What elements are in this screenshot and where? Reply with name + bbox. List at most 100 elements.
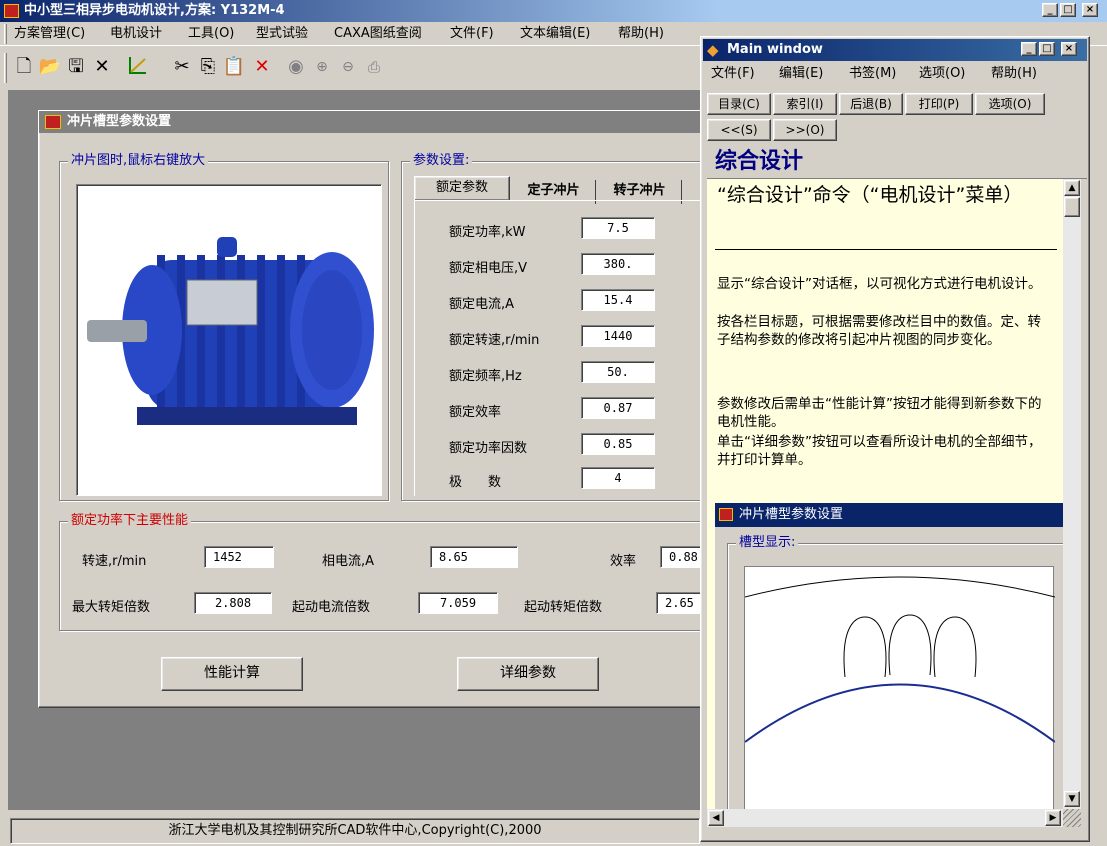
param-field[interactable]: 0.85 (581, 433, 655, 455)
help-horizontal-scrollbar[interactable]: ◀ ▶ (707, 809, 1063, 827)
help-titlebar[interactable]: ◆ Main window _ □ × (703, 39, 1087, 61)
help-menu-help[interactable]: 帮助(H) (991, 65, 1037, 83)
help-menu-file[interactable]: 文件(F) (711, 65, 755, 83)
performance-calc-button[interactable]: 性能计算 (161, 657, 303, 691)
scroll-right-arrow-icon[interactable]: ▶ (1045, 810, 1061, 826)
help-options-button[interactable]: 选项(O) (975, 93, 1045, 115)
menu-type-test[interactable]: 型式试验 (256, 25, 308, 43)
menu-tools[interactable]: 工具(O) (188, 25, 234, 43)
motor-image-group: 冲片图时,鼠标右键放大 (59, 153, 389, 501)
perf-field[interactable]: 2.808 (194, 592, 272, 614)
help-back-button[interactable]: 后退(B) (839, 93, 903, 115)
menu-help[interactable]: 帮助(H) (618, 25, 664, 43)
help-divider (715, 249, 1057, 250)
record-icon[interactable]: ◉ (284, 55, 308, 79)
copy-icon[interactable]: ⎘ (196, 55, 220, 79)
cut-icon[interactable]: ✂ (170, 55, 194, 79)
help-maximize-button[interactable]: □ (1039, 42, 1055, 56)
scroll-up-arrow-icon[interactable]: ▲ (1064, 180, 1080, 196)
params-group: 参数设置: 额定参数 定子冲片 转子冲片 额定功率,kW 7.5 额定相电压,V… (401, 153, 721, 501)
line-chart-icon[interactable] (126, 55, 150, 79)
save-icon[interactable]: 🖫 (64, 55, 88, 79)
param-label: 额定效率 (449, 405, 502, 420)
help-index-button[interactable]: 索引(I) (773, 93, 837, 115)
status-text: 浙江大学电机及其控制研究所CAD软件中心,Copyright(C),2000 (10, 818, 700, 844)
menu-text-edit[interactable]: 文本编辑(E) (520, 25, 590, 43)
dialog-title: 冲片槽型参数设置 (67, 114, 172, 129)
perf-label: 效率 (610, 554, 637, 569)
param-label: 额定相电压,V (449, 261, 528, 276)
tab-rated-params[interactable]: 额定参数 (414, 176, 510, 200)
param-field[interactable]: 0.87 (581, 397, 655, 419)
embedded-slot-group-label: 槽型显示: (736, 535, 799, 551)
maximize-button[interactable]: □ (1060, 3, 1076, 17)
detail-params-button[interactable]: 详细参数 (457, 657, 599, 691)
help-next-button[interactable]: >>(O) (773, 119, 837, 141)
slot-shape-drawing (744, 576, 1056, 743)
resize-grip[interactable] (1063, 809, 1081, 827)
dialog-titlebar[interactable]: 冲片槽型参数设置 (39, 111, 709, 133)
perf-label: 起动转矩倍数 (524, 600, 603, 615)
toolbar-grip (4, 53, 7, 83)
paste-icon[interactable]: 📋 (222, 55, 246, 79)
menu-file[interactable]: 文件(F) (450, 25, 494, 43)
param-field[interactable]: 7.5 (581, 217, 655, 239)
embedded-slot-group: 槽型显示: (727, 535, 1063, 809)
menu-scheme[interactable]: 方案管理(C) (14, 25, 85, 43)
help-paragraph: 参数修改后需单击“性能计算”按钮才能得到新参数下的电机性能。 (717, 396, 1042, 430)
help-prev-button[interactable]: <<(S) (707, 119, 771, 141)
menu-caxa[interactable]: CAXA图纸查阅 (334, 25, 422, 43)
help-contents-button[interactable]: 目录(C) (707, 93, 771, 115)
help-print-button[interactable]: 打印(P) (905, 93, 973, 115)
perf-field[interactable]: 1452 (204, 546, 274, 568)
help-heading: 综合设计 (707, 147, 1087, 179)
delete-x-icon[interactable]: ✕ (250, 55, 274, 79)
slot-params-dialog: 冲片槽型参数设置 冲片图时,鼠标右键放大 参数设置: 额定参数 定子冲片 转子冲… (38, 110, 722, 708)
help-diamond-icon: ◆ (707, 41, 719, 59)
help-menu-edit[interactable]: 编辑(E) (779, 65, 823, 83)
new-file-icon[interactable]: 🗋 (12, 55, 36, 79)
help-window: ◆ Main window _ □ × 文件(F) 编辑(E) 书签(M) 选项… (700, 36, 1090, 842)
perf-label: 相电流,A (322, 554, 375, 569)
help-paragraph: 按各栏目标题，可根据需要修改栏目中的数值。定、转子结构参数的修改将引起冲片视图的… (717, 314, 1041, 348)
help-vertical-scrollbar[interactable]: ▲ ▼ (1063, 179, 1081, 809)
close-button[interactable]: × (1082, 3, 1098, 17)
help-menu-options[interactable]: 选项(O) (919, 65, 965, 83)
param-field[interactable]: 1440 (581, 325, 655, 347)
help-menu-bookmark[interactable]: 书签(M) (849, 65, 896, 83)
help-title: Main window (727, 42, 823, 57)
help-paragraph: 显示“综合设计”对话框，以可视化方式进行电机设计。 (717, 276, 1042, 292)
print-icon[interactable]: ⎙ (362, 55, 386, 79)
scroll-thumb[interactable] (1064, 197, 1080, 217)
zoom-out-icon[interactable]: ⊖ (336, 55, 360, 79)
param-field[interactable]: 50. (581, 361, 655, 383)
param-field[interactable]: 15.4 (581, 289, 655, 311)
scroll-down-arrow-icon[interactable]: ▼ (1064, 791, 1080, 807)
perf-label: 最大转矩倍数 (72, 600, 151, 615)
close-x-icon[interactable]: ✕ (90, 55, 114, 79)
motor-image[interactable] (76, 184, 382, 496)
help-minimize-button[interactable]: _ (1021, 42, 1037, 56)
menu-grip (4, 24, 7, 44)
dialog-logo-icon (45, 115, 61, 129)
help-close-button[interactable]: × (1061, 42, 1077, 56)
param-field[interactable]: 380. (581, 253, 655, 275)
main-titlebar[interactable]: 中小型三相异步电动机设计,方案: Y132M-4 _ □ × (0, 0, 1107, 22)
zoom-in-icon[interactable]: ⊕ (310, 55, 334, 79)
minimize-button[interactable]: _ (1042, 3, 1058, 17)
performance-group-label: 额定功率下主要性能 (68, 513, 192, 529)
scroll-left-arrow-icon[interactable]: ◀ (708, 810, 724, 826)
tab-panel: 额定功率,kW 7.5 额定相电压,V 380. 额定电流,A 15.4 额定转… (414, 200, 720, 496)
open-folder-icon[interactable]: 📂 (38, 55, 62, 79)
perf-field[interactable]: 8.65 (430, 546, 518, 568)
help-paragraph: 单击“详细参数”按钮可以查看所设计电机的全部细节，并打印计算单。 (717, 434, 1042, 468)
params-group-label: 参数设置: (410, 153, 473, 169)
perf-field[interactable]: 7.059 (418, 592, 498, 614)
param-label: 额定转速,r/min (449, 333, 540, 348)
help-content[interactable]: “综合设计”命令（“电机设计”菜单） 显示“综合设计”对话框，以可视化方式进行电… (707, 179, 1063, 809)
param-field[interactable]: 4 (581, 467, 655, 489)
param-label: 额定功率,kW (449, 225, 526, 240)
menu-motor-design[interactable]: 电机设计 (110, 25, 162, 43)
param-label: 额定功率因数 (449, 441, 528, 456)
param-label: 极 数 (449, 475, 502, 490)
